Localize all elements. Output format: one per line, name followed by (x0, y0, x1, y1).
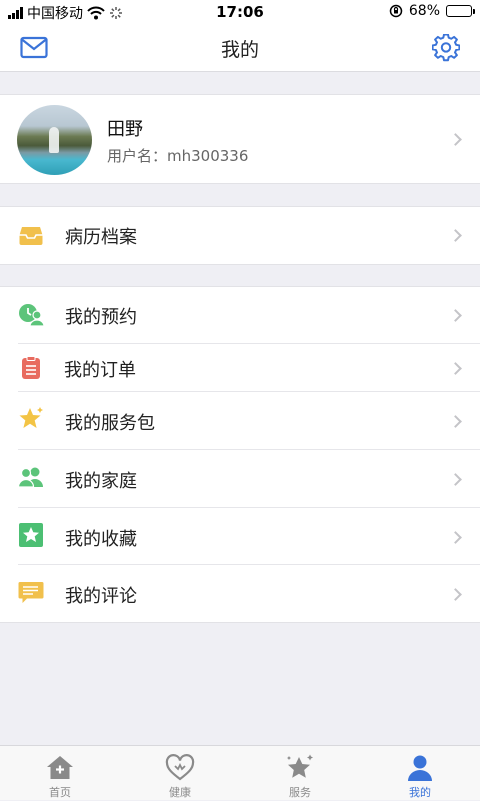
menu-item-label: 我的评论 (65, 586, 137, 607)
tab-bar: 首页 健康 服务 我的 (0, 745, 480, 800)
records-group: 病历档案 (0, 206, 480, 265)
records-label: 病历档案 (65, 227, 137, 248)
menu-item-comments[interactable]: 我的评论 (0, 565, 480, 622)
person-icon (408, 755, 432, 781)
chevron-right-icon (449, 229, 462, 242)
profile-username: 用户名：mh300336 (107, 147, 249, 165)
menu-item-family[interactable]: 我的家庭 (0, 450, 480, 508)
inbox-icon (19, 227, 43, 245)
chevron-right-icon (449, 531, 462, 544)
favorite-icon (19, 523, 43, 547)
tab-service[interactable]: 服务 (240, 746, 360, 801)
nav-bar: 我的 (0, 24, 480, 72)
home-icon (47, 756, 73, 779)
chevron-right-icon (449, 133, 462, 146)
battery-percent: 68% (408, 3, 440, 19)
tab-label: 首页 (49, 786, 71, 799)
service-star-icon (287, 754, 313, 778)
avatar (17, 105, 92, 175)
clipboard-icon (22, 356, 40, 379)
tab-label: 我的 (409, 786, 431, 799)
menu-item-label: 我的服务包 (65, 413, 155, 434)
menu-item-label: 我的家庭 (65, 471, 137, 492)
tab-home[interactable]: 首页 (0, 746, 120, 801)
menu-item-service-packages[interactable]: 我的服务包 (0, 392, 480, 450)
chevron-right-icon (449, 362, 462, 375)
menu-item-label: 我的订单 (64, 360, 136, 381)
battery-icon (446, 5, 475, 17)
star-icon (19, 407, 43, 428)
rotation-lock-icon (389, 4, 403, 18)
menu-group: 我的预约 我的订单 我的服务包 我的家庭 我的收藏 我的评论 (0, 286, 480, 623)
menu-item-label: 我的收藏 (65, 529, 137, 550)
tab-label: 健康 (169, 786, 191, 799)
chevron-right-icon (449, 309, 462, 322)
family-icon (18, 467, 43, 488)
page-title: 我的 (220, 39, 259, 61)
chevron-right-icon (449, 473, 462, 486)
tab-mine[interactable]: 我的 (360, 746, 480, 801)
chevron-right-icon (449, 588, 462, 601)
gear-icon[interactable] (432, 34, 460, 62)
menu-item-orders[interactable]: 我的订单 (0, 344, 480, 392)
tab-label: 服务 (289, 786, 311, 799)
profile-name: 田野 (107, 119, 143, 140)
chevron-right-icon (449, 415, 462, 428)
tab-health[interactable]: 健康 (120, 746, 240, 801)
comment-icon (18, 582, 44, 603)
appointment-icon (19, 304, 44, 327)
status-bar: 中国移动 17:06 68% (0, 0, 480, 24)
menu-item-appointments[interactable]: 我的预约 (0, 287, 480, 344)
menu-item-label: 我的预约 (65, 307, 137, 328)
profile-card[interactable]: 田野 用户名：mh300336 (0, 94, 480, 184)
records-item[interactable]: 病历档案 (0, 207, 480, 264)
heart-icon (165, 754, 195, 781)
status-right: 68% (389, 3, 475, 19)
menu-item-favorites[interactable]: 我的收藏 (0, 508, 480, 565)
